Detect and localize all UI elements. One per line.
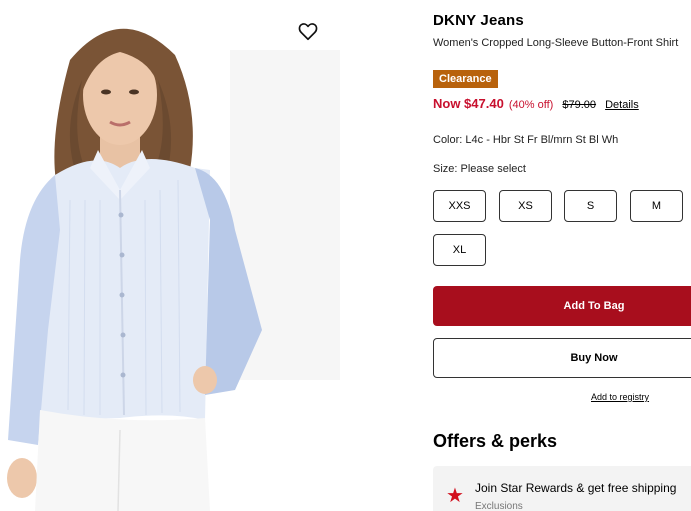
offer-title: Join Star Rewards & get free shipping bbox=[475, 481, 677, 495]
product-info: DKNY Jeans Women's Cropped Long-Sleeve B… bbox=[433, 0, 691, 511]
buy-now-button[interactable]: Buy Now bbox=[433, 338, 691, 378]
product-title: Women's Cropped Long-Sleeve Button-Front… bbox=[433, 37, 679, 49]
size-option-xxs[interactable]: XXS bbox=[433, 190, 486, 222]
size-option-xs[interactable]: XS bbox=[499, 190, 552, 222]
star-rewards-offer[interactable]: ★ Join Star Rewards & get free shipping … bbox=[433, 466, 691, 511]
discount-percent: (40% off) bbox=[508, 99, 554, 111]
brand-name[interactable]: DKNY Jeans bbox=[433, 12, 524, 29]
size-label: Size: Please select bbox=[433, 163, 526, 175]
sale-price: Now $47.40 bbox=[433, 96, 504, 111]
offers-heading: Offers & perks bbox=[433, 431, 558, 451]
product-image[interactable] bbox=[0, 0, 340, 511]
add-to-registry-link[interactable]: Add to registry bbox=[591, 392, 649, 402]
clearance-badge: Clearance bbox=[433, 70, 498, 88]
price-details-link[interactable]: Details bbox=[605, 99, 639, 111]
size-option-m[interactable]: M bbox=[630, 190, 683, 222]
offer-exclusions[interactable]: Exclusions bbox=[475, 501, 523, 511]
price-row: Now $47.40 (40% off) $79.00 Details bbox=[433, 96, 639, 111]
size-option-s[interactable]: S bbox=[564, 190, 617, 222]
wishlist-button[interactable] bbox=[297, 20, 319, 42]
heart-icon bbox=[298, 23, 318, 41]
model-photo bbox=[0, 0, 340, 511]
star-icon: ★ bbox=[446, 485, 464, 507]
add-to-bag-button[interactable]: Add To Bag bbox=[433, 286, 691, 326]
color-label: Color: L4c - Hbr St Fr Bl/mrn St Bl Wh bbox=[433, 134, 619, 146]
size-option-xl[interactable]: XL bbox=[433, 234, 486, 266]
original-price: $79.00 bbox=[562, 99, 597, 111]
